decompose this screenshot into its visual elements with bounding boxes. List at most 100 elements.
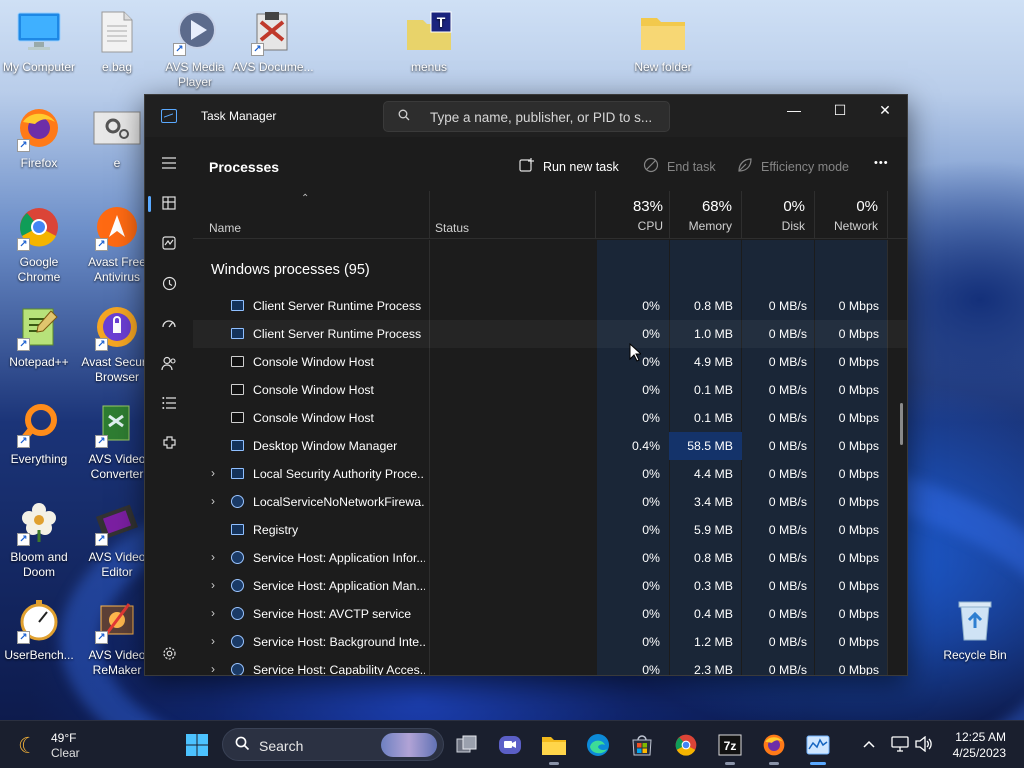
nav-startup-apps-icon[interactable] <box>153 307 185 339</box>
settings-gear-icon[interactable] <box>153 637 185 669</box>
column-divider[interactable] <box>669 191 670 239</box>
desktop-icon-my-computer[interactable]: My Computer <box>0 8 81 75</box>
nav-performance-icon[interactable] <box>153 227 185 259</box>
desktop-icon-firefox[interactable]: ↗ Firefox <box>0 104 81 171</box>
svg-text:7z: 7z <box>724 739 737 753</box>
expand-chevron-icon[interactable]: › <box>211 606 215 620</box>
process-name: Console Window Host <box>253 411 374 425</box>
expand-chevron-icon[interactable]: › <box>211 634 215 648</box>
table-row[interactable]: Client Server Runtime Process 0% 0.8 MB … <box>193 292 907 320</box>
table-row[interactable]: › Service Host: Background Inte... 0% 1.… <box>193 628 907 656</box>
firefox-taskbar-icon[interactable] <box>760 731 788 765</box>
nav-app-history-icon[interactable] <box>153 267 185 299</box>
column-divider[interactable] <box>429 191 430 239</box>
nav-details-icon[interactable] <box>153 387 185 419</box>
desktop-icon-userbench[interactable]: ↗ UserBench... <box>0 596 81 663</box>
clock-time: 12:25 AM <box>955 730 1006 744</box>
microsoft-store-icon[interactable] <box>628 731 656 759</box>
expand-chevron-icon[interactable]: › <box>211 466 215 480</box>
desktop-icon-new-folder[interactable]: New folder <box>621 8 705 75</box>
svg-text:T: T <box>437 14 446 30</box>
desktop-icon-ebag[interactable]: e.bag <box>75 8 159 75</box>
column-divider[interactable] <box>595 191 596 239</box>
table-row[interactable]: › Service Host: Application Infor... 0% … <box>193 544 907 572</box>
nav-users-icon[interactable] <box>153 347 185 379</box>
desktop-icon-avs-document[interactable]: ↗ AVS Docume... <box>231 8 315 75</box>
nav-services-icon[interactable] <box>153 427 185 459</box>
taskbar-search-box[interactable]: Search <box>222 728 444 761</box>
desktop-icon-google-chrome[interactable]: ↗ Google Chrome <box>0 203 81 285</box>
document-converter-icon: ↗ <box>249 8 297 56</box>
task-manager-taskbar-icon[interactable] <box>804 731 832 765</box>
network-display-icon[interactable] <box>891 736 909 755</box>
recycle-bin-icon <box>951 596 999 644</box>
maximize-button[interactable]: ☐ <box>817 95 863 127</box>
memory-value: 4.4 MB <box>694 467 733 481</box>
run-new-task-button[interactable]: Run new task <box>519 157 619 176</box>
column-divider[interactable] <box>887 191 888 239</box>
minimize-button[interactable]: — <box>771 95 817 127</box>
more-options-button[interactable]: ••• <box>874 157 889 169</box>
desktop-icon-avs-media-player[interactable]: ↗ AVS Media Player <box>153 8 237 90</box>
chat-camera-icon[interactable] <box>496 731 524 759</box>
group-header-windows-processes[interactable]: Windows processes (95) <box>211 262 370 278</box>
column-header-disk[interactable]: 0% Disk <box>743 197 805 233</box>
7zip-icon[interactable]: 7z <box>716 731 744 765</box>
show-hidden-icons-chevron-icon[interactable] <box>862 736 876 752</box>
task-view-icon[interactable] <box>453 731 481 759</box>
hamburger-menu-icon[interactable] <box>153 147 185 179</box>
efficiency-mode-button[interactable]: Efficiency mode <box>737 157 849 176</box>
desktop-icon-recycle-bin[interactable]: Recycle Bin <box>933 596 1017 663</box>
title-bar[interactable]: Task Manager — ☐ ✕ <box>145 95 907 137</box>
process-name: Registry <box>253 523 299 537</box>
table-row[interactable]: Registry 0% 5.9 MB 0 MB/s 0 Mbps <box>193 516 907 544</box>
expand-chevron-icon[interactable]: › <box>211 578 215 592</box>
column-header-network[interactable]: 0% Network <box>816 197 878 233</box>
column-divider[interactable] <box>814 191 815 239</box>
table-row[interactable]: › LocalServiceNoNetworkFirewa... 0% 3.4 … <box>193 488 907 516</box>
console-icon <box>231 356 244 367</box>
desktop-icon-bloom-and-doom[interactable]: ↗ Bloom and Doom <box>0 498 81 580</box>
shortcut-arrow-icon: ↗ <box>95 238 108 251</box>
table-row[interactable]: Console Window Host 0% 0.1 MB 0 MB/s 0 M… <box>193 404 907 432</box>
table-row[interactable]: Client Server Runtime Process 0% 1.0 MB … <box>193 320 907 348</box>
desktop-icon-everything[interactable]: ↗ Everything <box>0 400 81 467</box>
expand-chevron-icon[interactable]: › <box>211 662 215 675</box>
desktop-icon-menus[interactable]: T menus <box>387 8 471 75</box>
network-value: 0 Mbps <box>838 411 879 425</box>
cpu-value: 0% <box>642 383 660 397</box>
expand-chevron-icon[interactable]: › <box>211 550 215 564</box>
table-row[interactable]: › Service Host: Application Man... 0% 0.… <box>193 572 907 600</box>
cpu-label: CPU <box>637 219 663 233</box>
sort-ascending-icon[interactable]: ⌃ <box>301 193 309 204</box>
table-row[interactable]: › Service Host: AVCTP service 0% 0.4 MB … <box>193 600 907 628</box>
nav-processes-icon[interactable] <box>148 187 185 219</box>
table-row[interactable]: › Local Security Authority Proce... 0% 4… <box>193 460 907 488</box>
table-row[interactable]: › Service Host: Capability Acces... 0% 2… <box>193 656 907 675</box>
column-divider[interactable] <box>741 191 742 239</box>
expand-chevron-icon[interactable]: › <box>211 494 215 508</box>
vertical-scrollbar-thumb[interactable] <box>900 403 903 445</box>
column-header-status[interactable]: Status <box>435 221 469 235</box>
process-search-input[interactable] <box>430 108 660 126</box>
edge-browser-icon[interactable] <box>584 731 612 759</box>
network-value: 0 Mbps <box>838 383 879 397</box>
system-clock[interactable]: 12:25 AM 4/25/2023 <box>944 729 1006 761</box>
column-header-cpu[interactable]: 83% CPU <box>597 197 663 233</box>
table-row[interactable]: Console Window Host 0% 0.1 MB 0 MB/s 0 M… <box>193 376 907 404</box>
memory-value: 4.9 MB <box>694 355 733 369</box>
shortcut-arrow-icon: ↗ <box>17 533 30 546</box>
table-row[interactable]: Console Window Host 0% 4.9 MB 0 MB/s 0 M… <box>193 348 907 376</box>
column-header-name[interactable]: Name <box>209 221 241 235</box>
column-header-memory[interactable]: 68% Memory <box>671 197 732 233</box>
volume-speaker-icon[interactable] <box>915 735 933 755</box>
navigation-sidebar <box>145 137 193 675</box>
chrome-taskbar-icon[interactable] <box>672 731 700 759</box>
file-explorer-icon[interactable] <box>540 731 568 765</box>
end-task-button[interactable]: End task <box>643 157 716 176</box>
close-button[interactable]: ✕ <box>862 95 907 127</box>
process-search-box[interactable] <box>383 101 670 132</box>
desktop-icon-notepadpp[interactable]: ↗ Notepad++ <box>0 303 81 370</box>
start-windows-icon[interactable] <box>183 731 211 759</box>
table-row[interactable]: Desktop Window Manager 0.4% 58.5 MB 0 MB… <box>193 432 907 460</box>
